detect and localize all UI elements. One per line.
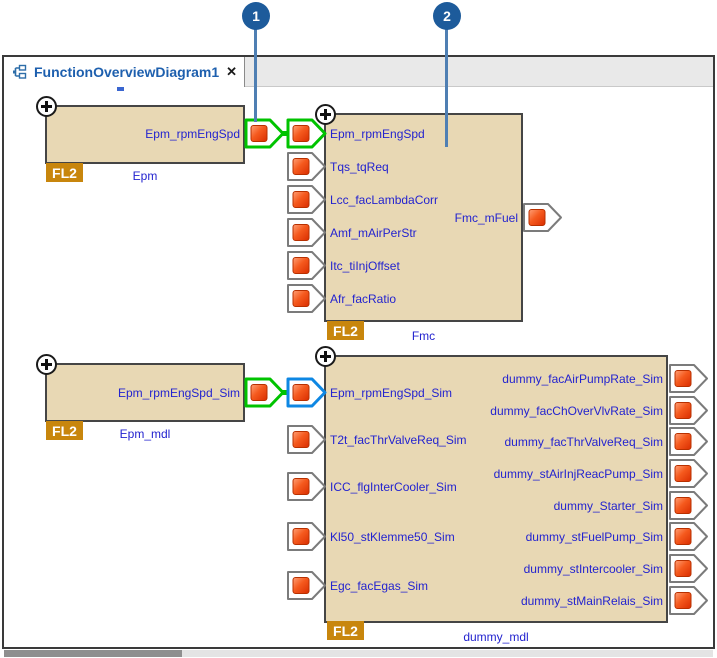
dummy-input-label-2: ICC_flgInterCooler_Sim <box>330 480 457 494</box>
diagram-icon <box>13 64 27 79</box>
callout-1: 1 <box>242 2 270 30</box>
dummy-output-label-0: dummy_facAirPumpRate_Sim <box>502 372 663 386</box>
dummy-output-label-4: dummy_Starter_Sim <box>553 499 663 513</box>
fmc-output-port[interactable] <box>522 202 563 233</box>
dummy-output-label-3: dummy_stAirInjReacPump_Sim <box>493 467 663 481</box>
callout-1-stem <box>254 29 257 122</box>
tab-function-overview-diagram[interactable]: FunctionOverviewDiagram1 ✕ <box>4 57 245 87</box>
horizontal-scrollbar-thumb[interactable] <box>4 650 182 657</box>
fmc-input-label-2: Lcc_facLambdaCorr <box>330 193 439 207</box>
tab-title: FunctionOverviewDiagram1 <box>34 64 220 80</box>
epm-mdl-output-label: Epm_rpmEngSpd_Sim <box>117 386 240 400</box>
epm-mdl-fl2-badge: FL2 <box>46 421 83 440</box>
fmc-fl2-badge: FL2 <box>327 321 364 340</box>
dummy-output-label-2: dummy_facThrValveReq_Sim <box>504 435 663 449</box>
dummy-input-label-4: Egc_facEgas_Sim <box>330 579 429 593</box>
marker-dot <box>117 87 124 91</box>
fmc-input-port-1[interactable] <box>286 151 327 182</box>
dummy-mdl-output-port-1[interactable] <box>668 395 709 426</box>
epm-output-label: Epm_rpmEngSpd <box>145 127 240 141</box>
fmc-input-label-0: Epm_rpmEngSpd <box>330 127 425 141</box>
epm-fl2-badge: FL2 <box>46 163 83 182</box>
fmc-input-port-2[interactable] <box>286 184 327 215</box>
epm-expand-button[interactable] <box>36 96 57 117</box>
dummy-input-label-3: Kl50_stKlemme50_Sim <box>330 530 455 544</box>
dummy-mdl-input-port-3[interactable] <box>286 521 327 552</box>
dummy-input-label-0: Epm_rpmEngSpd_Sim <box>330 386 453 400</box>
fmc-input-port-3[interactable] <box>286 217 327 248</box>
dummy-mdl-output-port-3[interactable] <box>668 458 709 489</box>
epm-mdl-output-port[interactable] <box>244 377 285 408</box>
fmc-input-port-4[interactable] <box>286 250 327 281</box>
dummy-mdl-output-port-4[interactable] <box>668 490 709 521</box>
dummy-output-label-6: dummy_stIntercooler_Sim <box>523 562 663 576</box>
fmc-input-label-4: Itc_tiInjOffset <box>330 259 400 273</box>
fmc-input-label-1: Tqs_tqReq <box>330 160 389 174</box>
dummy-output-label-5: dummy_stFuelPump_Sim <box>525 530 663 544</box>
close-icon[interactable]: ✕ <box>226 64 237 80</box>
diagram-editor-window: FunctionOverviewDiagram1 ✕ Epm_rpmEngSpd… <box>0 0 717 658</box>
dummy-output-label-7: dummy_stMainRelais_Sim <box>520 594 663 608</box>
dummy-input-label-1: T2t_facThrValveReq_Sim <box>330 433 467 447</box>
dummy-mdl-output-port-0[interactable] <box>668 363 709 394</box>
fmc-output-label: Fmc_mFuel <box>454 211 518 225</box>
dummy-mdl-output-port-6[interactable] <box>668 553 709 584</box>
dummy-mdl-fl2-badge: FL2 <box>327 621 364 640</box>
callout-2: 2 <box>433 2 461 30</box>
dummy-mdl-block-name: dummy_mdl <box>463 630 529 644</box>
dummy-mdl-input-port-4[interactable] <box>286 570 327 601</box>
epm-mdl-expand-button[interactable] <box>36 354 57 375</box>
fmc-input-port-5[interactable] <box>286 283 327 314</box>
dummy-mdl-output-port-5[interactable] <box>668 521 709 552</box>
dummy-mdl-output-port-2[interactable] <box>668 426 709 457</box>
dummy-mdl-input-port-2[interactable] <box>286 471 327 502</box>
fmc-expand-button[interactable] <box>315 104 336 125</box>
fmc-input-label-3: Amf_mAirPerStr <box>330 226 417 240</box>
fmc-input-label-5: Afr_facRatio <box>330 292 397 306</box>
dummy-mdl-output-port-7[interactable] <box>668 585 709 616</box>
dummy-mdl-input-port-0[interactable] <box>286 377 327 408</box>
epm-output-port[interactable] <box>244 118 285 149</box>
callout-2-stem <box>445 29 448 147</box>
dummy-output-label-1: dummy_facChOverVlvRate_Sim <box>490 404 663 418</box>
dummy-mdl-expand-button[interactable] <box>315 346 336 367</box>
dummy-mdl-input-port-1[interactable] <box>286 424 327 455</box>
